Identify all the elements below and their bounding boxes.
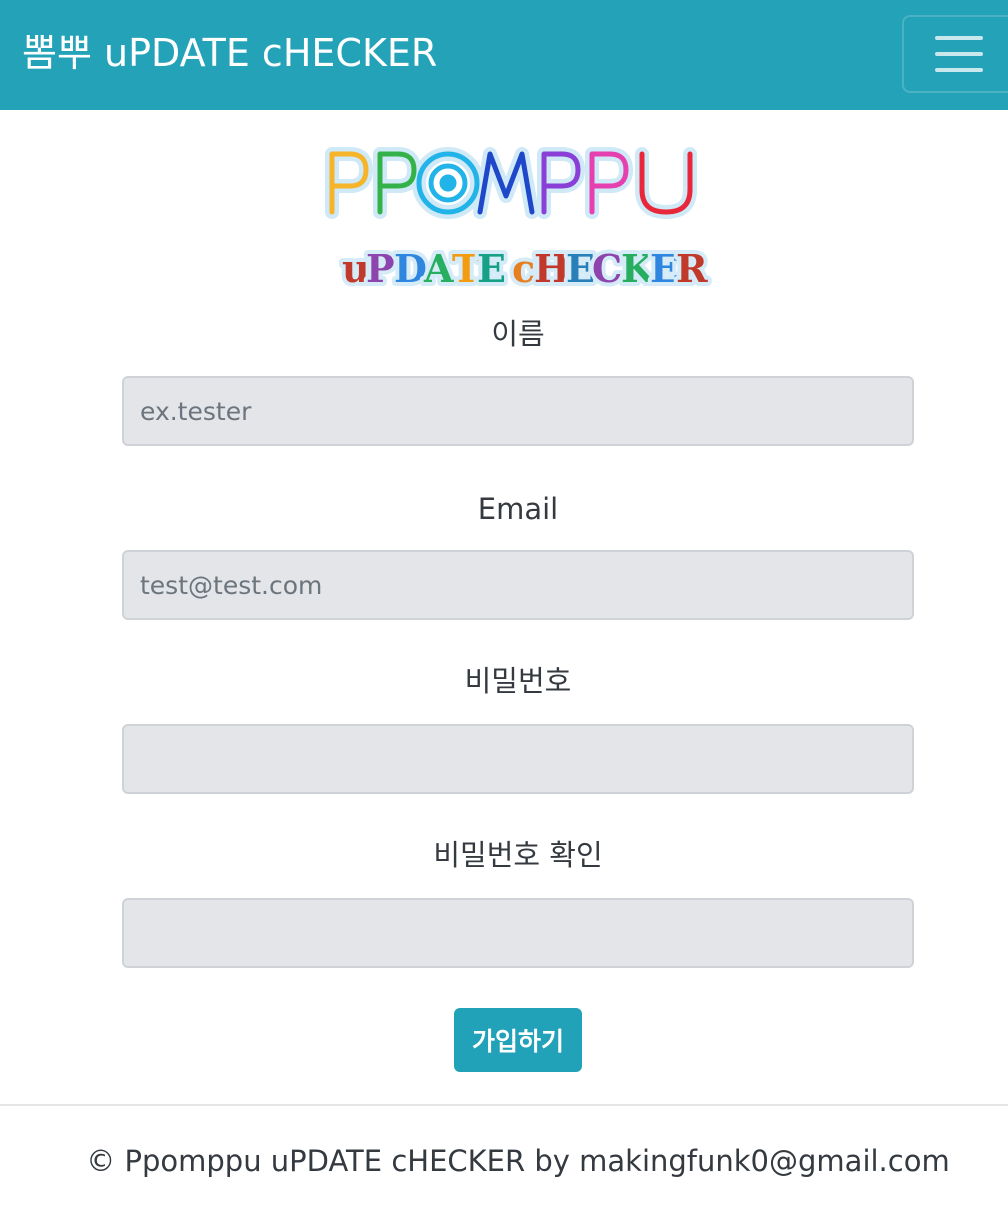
name-input[interactable] <box>122 376 914 446</box>
password-input[interactable] <box>122 724 914 794</box>
hamburger-menu-icon-bar <box>935 68 983 72</box>
svg-text:E: E <box>650 246 679 291</box>
svg-text:C: C <box>592 246 622 291</box>
password-label: 비밀번호 <box>464 664 572 698</box>
svg-text:c: c <box>512 246 535 291</box>
password-confirm-label: 비밀번호 확인 <box>433 838 603 872</box>
navbar: 뽐뿌 uPDATE cHECKER <box>0 0 1008 110</box>
email-input[interactable] <box>122 550 914 620</box>
svg-text:D: D <box>394 246 427 291</box>
footer-divider <box>0 1104 1008 1106</box>
svg-text:R: R <box>676 246 708 291</box>
svg-text:E: E <box>566 246 595 291</box>
hamburger-menu-icon-bar <box>935 52 983 56</box>
email-label: Email <box>477 492 559 526</box>
footer-copyright: © Ppomppu uPDATE cHECKER by makingfunk0@… <box>86 1144 950 1178</box>
password-confirm-input[interactable] <box>122 898 914 968</box>
svg-text:A: A <box>423 246 454 291</box>
svg-text:E: E <box>477 246 506 291</box>
navbar-brand[interactable]: 뽐뿌 uPDATE cHECKER <box>22 28 437 78</box>
ppomppu-logo-graphic: u P D A T E c H E C K E R <box>325 147 712 295</box>
svg-text:P: P <box>366 246 395 291</box>
hamburger-menu-icon <box>935 36 983 40</box>
svg-text:H: H <box>534 246 570 291</box>
signup-button[interactable]: 가입하기 <box>454 1008 582 1072</box>
ppomppu-logo: u P D A T E c H E C K E R <box>320 140 714 295</box>
name-label: 이름 <box>491 317 545 351</box>
navbar-toggle-button[interactable] <box>902 15 1008 93</box>
